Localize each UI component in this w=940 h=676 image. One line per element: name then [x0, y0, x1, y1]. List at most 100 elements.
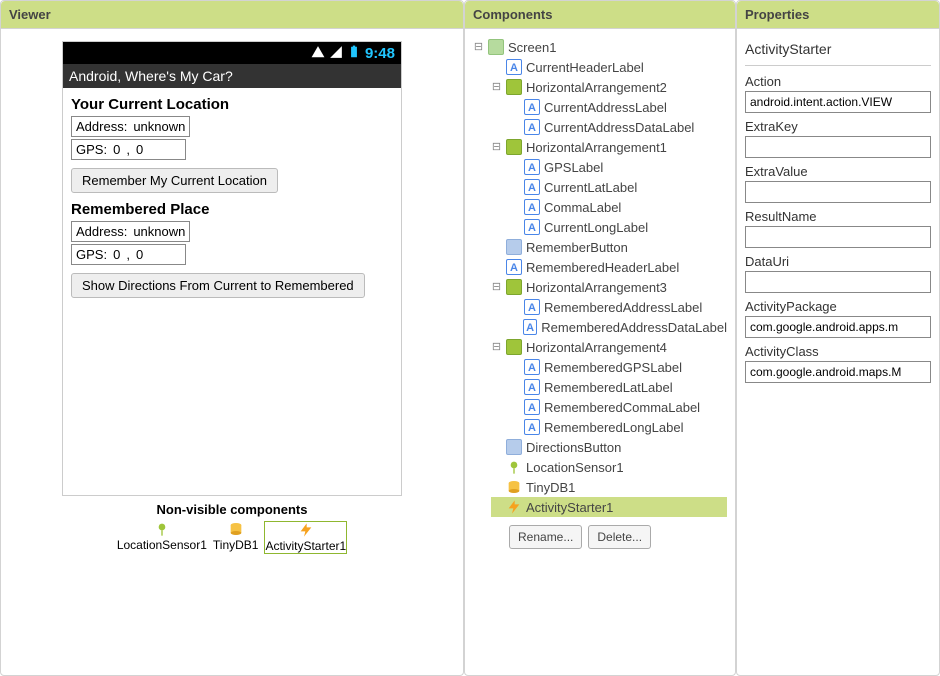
rename-button[interactable]: Rename...	[509, 525, 582, 549]
label-icon: A	[524, 219, 540, 235]
tree-node-harr4[interactable]: ⊟ HorizontalArrangement4	[491, 337, 727, 357]
pin-icon	[506, 459, 522, 475]
prop-resultname-input[interactable]	[745, 226, 931, 248]
prop-datauri-label: DataUri	[745, 254, 931, 269]
tn-remLong: RememberedLongLabel	[544, 420, 683, 435]
remembered-address-row: Address: unknown	[71, 221, 190, 242]
tn-curAddr: CurrentAddressLabel	[544, 100, 667, 115]
tn-directionsBtn: DirectionsButton	[526, 440, 621, 455]
tree-node-screen1[interactable]: ⊟ Screen1	[473, 37, 727, 57]
tree-node-curaddrdata[interactable]: ACurrentAddressDataLabel	[509, 117, 727, 137]
prop-activitypackage-input[interactable]	[745, 316, 931, 338]
nv-loc-label: LocationSensor1	[117, 538, 207, 552]
nonvisible-tinydb[interactable]: TinyDB1	[213, 521, 259, 554]
tn-tinyDb: TinyDB1	[526, 480, 575, 495]
prop-activityclass-input[interactable]	[745, 361, 931, 383]
directions-button[interactable]: Show Directions From Current to Remember…	[71, 273, 365, 298]
phone-frame: 9:48 Android, Where's My Car? Your Curre…	[62, 41, 402, 496]
phone-statusbar: 9:48	[63, 42, 401, 64]
tn-curLat: CurrentLatLabel	[544, 180, 637, 195]
tree-node-curaddr[interactable]: ACurrentAddressLabel	[509, 97, 727, 117]
tree-node-remlat[interactable]: ARememberedLatLabel	[509, 377, 727, 397]
prop-datauri-input[interactable]	[745, 271, 931, 293]
minus-icon[interactable]: ⊟	[473, 42, 484, 53]
label-icon: A	[523, 319, 537, 335]
tn-locSensor: LocationSensor1	[526, 460, 624, 475]
db-icon	[506, 479, 522, 495]
tree-node-harr2[interactable]: ⊟HorizontalArrangement2	[491, 77, 727, 97]
tree-node-curlong[interactable]: A CurrentLongLabel	[509, 217, 727, 237]
wifi-icon	[311, 45, 325, 62]
tn-rememberBtn: RememberButton	[526, 240, 628, 255]
prop-extrakey-label: ExtraKey	[745, 119, 931, 134]
tree-node-harr3[interactable]: ⊟HorizontalArrangement3	[491, 277, 727, 297]
tree-node-comma[interactable]: ACommaLabel	[509, 197, 727, 217]
minus-icon[interactable]: ⊟	[491, 342, 502, 353]
minus-icon[interactable]: ⊟	[491, 82, 502, 93]
tn-comma: CommaLabel	[544, 200, 621, 215]
harrangement-icon	[506, 79, 522, 95]
tn-remHeader: RememberedHeaderLabel	[526, 260, 679, 275]
nonvisible-activitystarter[interactable]: ActivityStarter1	[264, 521, 347, 554]
harrangement-icon	[506, 279, 522, 295]
properties-header: Properties	[737, 1, 939, 29]
harrangement-icon	[506, 339, 522, 355]
delete-button[interactable]: Delete...	[588, 525, 651, 549]
tree-node-remaddr[interactable]: ARememberedAddressLabel	[509, 297, 727, 317]
tree-node-activitystarter[interactable]: ActivityStarter1	[491, 497, 727, 517]
minus-icon[interactable]: ⊟	[491, 142, 502, 153]
tn-remAddr: RememberedAddressLabel	[544, 300, 702, 315]
remember-button[interactable]: Remember My Current Location	[71, 168, 278, 193]
gps-lon: 0	[136, 142, 143, 157]
tn-remGps: RememberedGPSLabel	[544, 360, 682, 375]
tree-node-tinydb[interactable]: TinyDB1	[491, 477, 727, 497]
nv-db-label: TinyDB1	[213, 538, 259, 552]
tree-node-gpslabel[interactable]: AGPSLabel	[509, 157, 727, 177]
gps2-comma: ,	[126, 247, 130, 262]
prop-action-input[interactable]	[745, 91, 931, 113]
current-location-heading: Your Current Location	[71, 96, 393, 113]
current-gps-row: GPS: 0 , 0	[71, 139, 186, 160]
gps2-lon: 0	[136, 247, 143, 262]
prop-extrakey-input[interactable]	[745, 136, 931, 158]
tn-curLong: CurrentLongLabel	[544, 220, 648, 235]
nv-act-label: ActivityStarter1	[265, 539, 346, 553]
gps2-lat: 0	[113, 247, 120, 262]
gps-comma: ,	[126, 142, 130, 157]
tree-node-directionsbtn[interactable]: DirectionsButton	[491, 437, 727, 457]
minus-icon[interactable]: ⊟	[491, 282, 502, 293]
label-icon: A	[506, 259, 522, 275]
current-address-label: Address:	[76, 119, 127, 134]
tree-node-remaddrdata[interactable]: ARememberedAddressDataLabel	[509, 317, 727, 337]
prop-resultname-label: ResultName	[745, 209, 931, 224]
gps-lat: 0	[113, 142, 120, 157]
remembered-address-value: unknown	[133, 224, 185, 239]
harrangement-icon	[506, 139, 522, 155]
tree-node-currentheader[interactable]: ACurrentHeaderLabel	[491, 57, 727, 77]
remembered-heading: Remembered Place	[71, 201, 393, 218]
phone-spacer	[71, 306, 393, 491]
tn-harr4: HorizontalArrangement4	[526, 340, 667, 355]
tree-node-curlat[interactable]: ACurrentLatLabel	[509, 177, 727, 197]
tree-node-rememberbtn[interactable]: RememberButton	[491, 237, 727, 257]
tree-node-remlong[interactable]: ARememberedLongLabel	[509, 417, 727, 437]
components-panel: Components ⊟ Screen1 ACurrentHeaderLabel…	[464, 0, 736, 676]
viewer-panel: Viewer 9:48 Android, Where's My Car? You…	[0, 0, 464, 676]
app-title: Android, Where's My Car?	[63, 64, 401, 88]
tree-node-locsensor[interactable]: LocationSensor1	[491, 457, 727, 477]
nonvisible-locationsensor[interactable]: LocationSensor1	[117, 521, 207, 554]
prop-extravalue-input[interactable]	[745, 181, 931, 203]
prop-activityclass-label: ActivityClass	[745, 344, 931, 359]
bolt-icon	[506, 499, 522, 515]
tree-node-remgps[interactable]: ARememberedGPSLabel	[509, 357, 727, 377]
tree-node-remcomma[interactable]: ARememberedCommaLabel	[509, 397, 727, 417]
tree-node-remheader[interactable]: A RememberedHeaderLabel	[491, 257, 727, 277]
screen-icon	[488, 39, 504, 55]
nonvisible-section: Non-visible components LocationSensor1 T…	[9, 502, 455, 554]
viewer-header: Viewer	[1, 1, 463, 29]
tree-node-harr1[interactable]: ⊟HorizontalArrangement1	[491, 137, 727, 157]
current-address-row: Address: unknown	[71, 116, 190, 137]
tn-actStarter: ActivityStarter1	[526, 500, 613, 515]
battery-icon	[347, 45, 361, 62]
bolt-icon	[298, 522, 314, 538]
